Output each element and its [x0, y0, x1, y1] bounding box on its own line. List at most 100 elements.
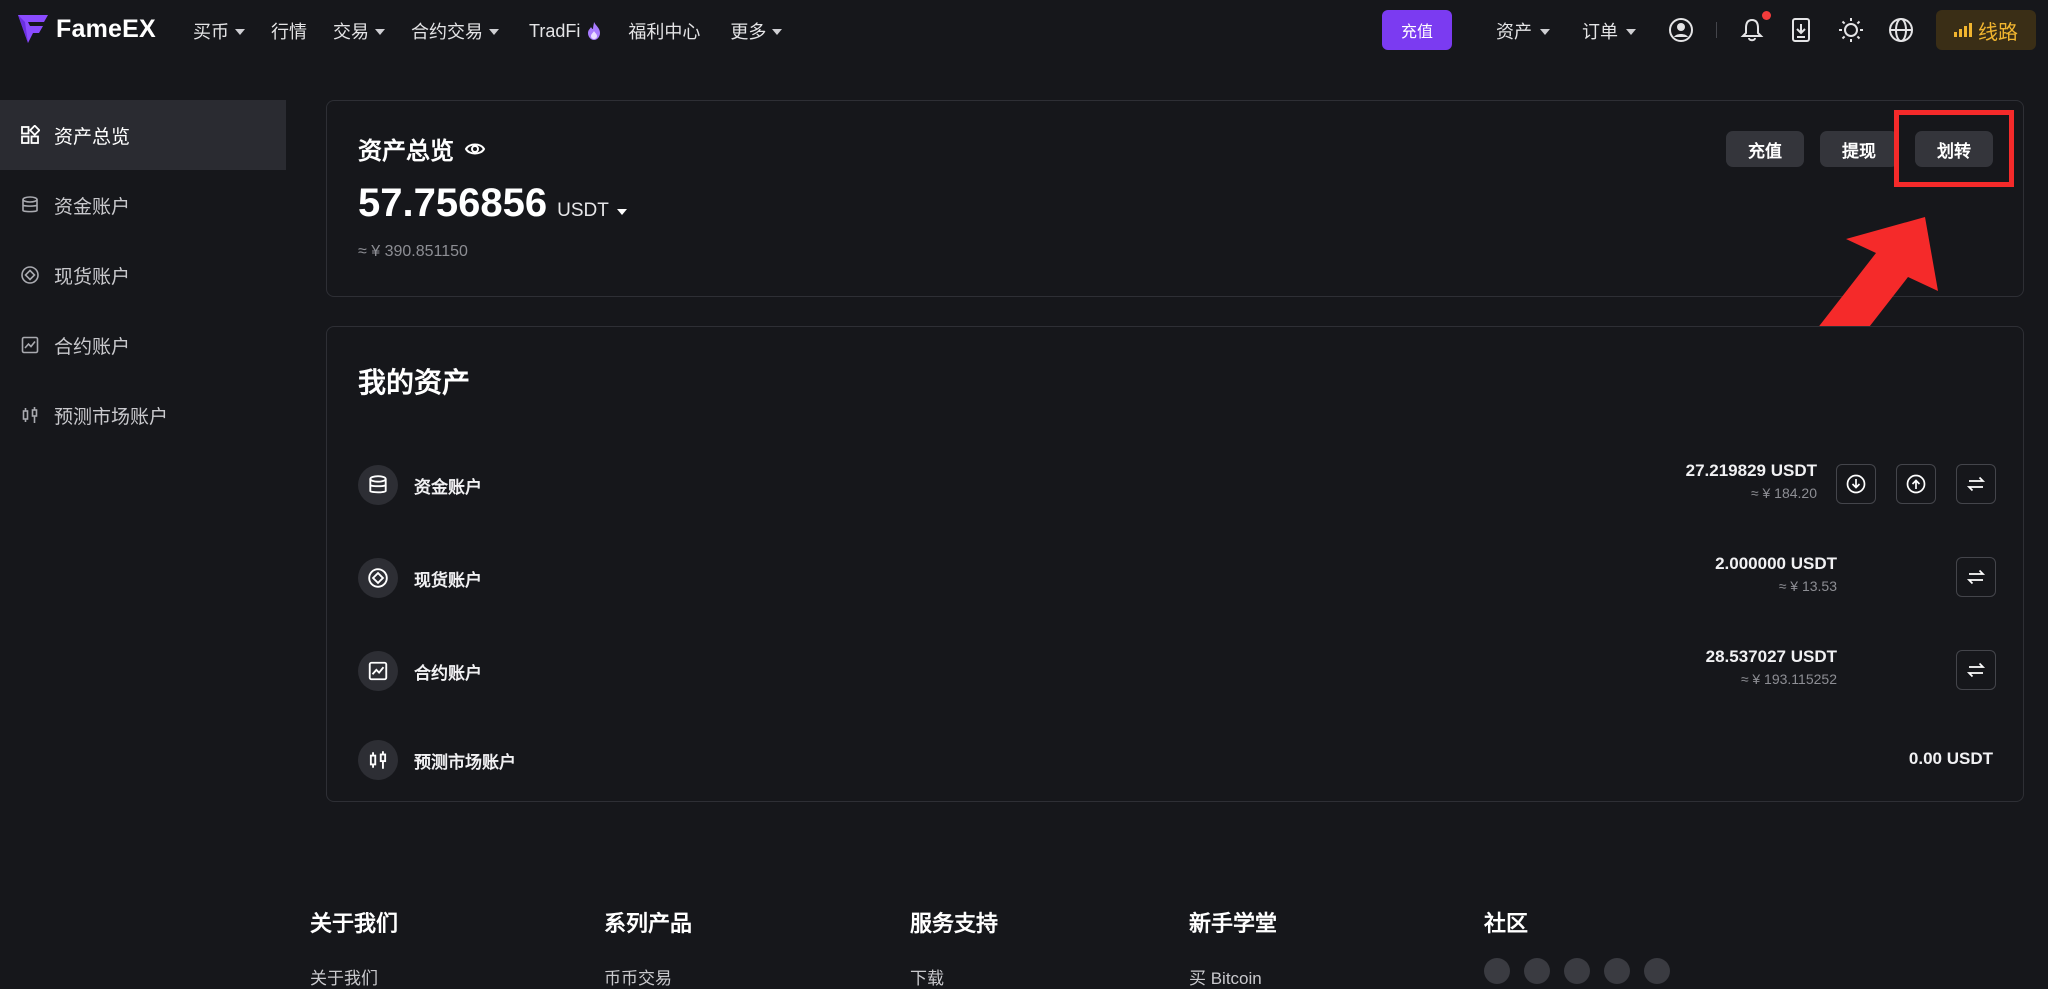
transfer-icon — [1966, 662, 1986, 678]
deposit-button-top[interactable]: 充值 — [1382, 10, 1452, 50]
chart-icon — [358, 651, 398, 691]
assets-menu[interactable]: 资产 — [1496, 18, 1550, 44]
sidebar-item-spot[interactable]: 现货账户 — [0, 240, 286, 310]
sidebar-item-futures[interactable]: 合约账户 — [0, 310, 286, 380]
asset-row-name: 合约账户 — [414, 663, 482, 683]
line-select-label: 线路 — [1978, 21, 2018, 44]
chevron-down-icon — [616, 209, 627, 215]
notification-dot — [1762, 11, 1771, 20]
database-icon — [22, 196, 38, 213]
footer-community: 社区 — [1484, 906, 1528, 938]
nav-rewards[interactable]: 福利中心 — [628, 18, 700, 44]
user-icon[interactable] — [1667, 16, 1695, 44]
nav-trade[interactable]: 交易 — [333, 18, 385, 44]
youtube-icon[interactable] — [1524, 958, 1550, 984]
footer-heading: 社区 — [1484, 911, 1529, 936]
top-navbar: FameEX 买币 行情 交易 合约交易 TradFi 福利中心 更多 充值 资… — [0, 0, 2048, 60]
total-balance-value: 57.756856 — [358, 181, 548, 225]
footer-support: 服务支持 下载 — [910, 906, 998, 989]
database-icon — [358, 465, 398, 505]
nav-divider — [1716, 22, 1717, 38]
chevron-down-icon — [772, 29, 783, 35]
asset-row-prediction: 预测市场账户 — [358, 738, 1994, 782]
sidebar-item-label: 现货账户 — [54, 266, 131, 288]
asset-overview-card: 资产总览 57.756856 USDT ≈ ¥ 390.851150 充值 提现… — [326, 100, 2024, 297]
sidebar-item-overview[interactable]: 资产总览 — [0, 100, 286, 170]
footer-heading: 服务支持 — [910, 911, 999, 936]
footer-heading: 关于我们 — [310, 911, 399, 936]
chevron-down-icon — [1626, 29, 1636, 35]
currency-select[interactable]: USDT — [557, 200, 627, 222]
theme-sun-icon[interactable] — [1837, 16, 1865, 44]
asset-value-cny: ≈ ¥ 184.20 — [1750, 485, 1817, 501]
target-icon — [21, 266, 39, 284]
bell-icon[interactable] — [1738, 16, 1766, 44]
discord-icon[interactable] — [1644, 958, 1670, 984]
withdraw-button[interactable]: 提现 — [1820, 131, 1898, 167]
transfer-action-button[interactable] — [1956, 650, 1996, 690]
download-app-icon[interactable] — [1787, 16, 1815, 44]
footer-link[interactable]: 币币交易 — [604, 964, 692, 989]
asset-value-usdt: 27.219829 USDT — [1685, 461, 1817, 480]
nav-tradfi[interactable]: TradFi — [529, 21, 602, 42]
withdraw-action-button[interactable] — [1896, 464, 1936, 504]
sidebar: 资产总览 资金账户 现货账户 合约账户 预测市场账户 — [0, 100, 286, 450]
withdraw-icon — [1906, 474, 1926, 494]
flame-icon — [588, 22, 601, 40]
chart-icon — [21, 336, 39, 354]
fameex-logo-icon — [18, 15, 48, 43]
chevron-down-icon — [1540, 29, 1550, 35]
instagram-icon[interactable] — [1564, 958, 1590, 984]
x-twitter-icon[interactable] — [1484, 958, 1510, 984]
footer-products: 系列产品 币币交易 — [604, 906, 692, 989]
sidebar-item-prediction[interactable]: 预测市场账户 — [0, 380, 286, 450]
globe-icon[interactable] — [1887, 16, 1915, 44]
footer-about: 关于我们 关于我们 — [310, 906, 398, 989]
footer-heading: 系列产品 — [604, 911, 693, 936]
telegram-icon[interactable] — [1604, 958, 1630, 984]
transfer-action-button[interactable] — [1956, 464, 1996, 504]
signal-icon — [1954, 23, 1972, 37]
assets-menu-label: 资产 — [1496, 22, 1532, 42]
transfer-icon — [1966, 569, 1986, 585]
nav-buy[interactable]: 买币 — [193, 18, 245, 44]
asset-row-name: 资金账户 — [414, 477, 482, 497]
my-assets-card: 我的资产 资金账户 27.219829 USDT ≈ ¥ 184.20 现货账户… — [326, 326, 2024, 802]
orders-menu-label: 订单 — [1582, 22, 1618, 42]
sidebar-item-label: 资产总览 — [54, 126, 131, 148]
overview-title-text: 资产总览 — [358, 138, 454, 165]
sidebar-item-label: 预测市场账户 — [54, 406, 169, 428]
footer-link[interactable]: 下载 — [910, 964, 998, 989]
chevron-down-icon — [235, 29, 245, 35]
nav-futures[interactable]: 合约交易 — [411, 18, 499, 44]
total-balance: 57.756856 USDT — [358, 181, 627, 226]
asset-row-value: 28.537027 USDT ≈ ¥ 193.115252 — [1706, 647, 1837, 687]
brand-logo[interactable]: FameEX — [16, 12, 156, 46]
deposit-button[interactable]: 充值 — [1726, 131, 1804, 167]
transfer-icon — [1966, 476, 1986, 492]
nav-more[interactable]: 更多 — [730, 18, 783, 44]
footer-heading: 新手学堂 — [1189, 911, 1278, 936]
asset-value-usdt: 2.000000 USDT — [1715, 554, 1837, 573]
currency-select-label: USDT — [557, 200, 609, 221]
candles-icon — [358, 740, 398, 780]
eye-icon[interactable] — [464, 138, 486, 160]
asset-value-cny: ≈ ¥ 193.115252 — [1740, 671, 1837, 687]
transfer-action-button[interactable] — [1956, 557, 1996, 597]
asset-row-value: 27.219829 USDT ≈ ¥ 184.20 — [1686, 461, 1817, 501]
orders-menu[interactable]: 订单 — [1582, 18, 1636, 44]
main-nav: 买币 行情 交易 合约交易 TradFi 福利中心 更多 — [193, 18, 783, 44]
footer-link[interactable]: 买 Bitcoin — [1189, 964, 1277, 989]
nav-tradfi-label: TradFi — [529, 20, 581, 41]
asset-row-name: 现货账户 — [414, 570, 482, 590]
transfer-highlight-box — [1894, 110, 2014, 187]
total-balance-cny: ≈ ¥ 390.851150 — [358, 243, 468, 260]
candles-icon — [22, 407, 38, 423]
chevron-down-icon — [489, 29, 499, 35]
line-select-button[interactable]: 线路 — [1936, 10, 2036, 50]
sidebar-item-funding[interactable]: 资金账户 — [0, 170, 286, 240]
footer-link[interactable]: 关于我们 — [310, 964, 398, 989]
deposit-action-button[interactable] — [1836, 464, 1876, 504]
nav-market[interactable]: 行情 — [271, 18, 307, 44]
asset-value-usdt: 28.537027 USDT — [1705, 647, 1837, 666]
